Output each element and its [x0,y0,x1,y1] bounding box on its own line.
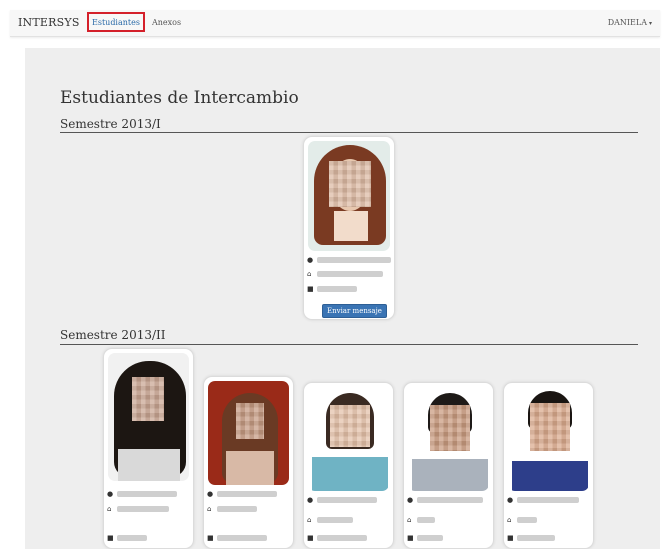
section-divider [60,344,638,345]
page-title: Estudiantes de Intercambio [60,88,299,108]
navbar: INTERSYS Estudiantes Anexos DANIELA ▾ [10,10,660,37]
brand-logo[interactable]: INTERSYS [18,16,80,29]
section-title: Semestre 2013/I [60,117,161,131]
student-program-row: ■ [107,534,147,542]
book-icon: ■ [107,534,114,542]
student-program-row: ■ [307,285,357,293]
caret-down-icon: ▾ [648,20,652,27]
student-photo [408,387,489,491]
book-icon: ■ [507,534,514,542]
send-message-button[interactable]: Enviar mensaje [322,304,387,318]
student-name-row: ● [407,496,483,504]
student-program-row: ■ [307,534,367,542]
book-icon: ■ [307,285,314,293]
user-menu[interactable]: DANIELA ▾ [608,18,652,27]
student-name-row: ● [307,496,377,504]
student-card: ● ⌂ ■ Enviar mensaje [303,136,395,320]
home-icon: ⌂ [207,505,212,513]
student-card: ● ⌂ ■ [203,376,294,549]
student-name-row: ● [507,496,579,504]
student-photo [508,387,589,491]
user-icon: ● [507,496,514,504]
home-icon: ⌂ [307,516,312,524]
student-origin-row: ⌂ [307,270,383,278]
highlight-annotation [87,12,145,32]
section-title: Semestre 2013/II [60,328,166,342]
student-name-row: ● [107,490,177,498]
student-origin-row: ⌂ [407,516,435,524]
student-photo [308,141,390,251]
student-origin-row: ⌂ [207,505,257,513]
main-panel: Estudiantes de Intercambio Semestre 2013… [25,48,660,549]
student-origin-row: ⌂ [307,516,353,524]
book-icon: ■ [407,534,414,542]
book-icon: ■ [307,534,314,542]
student-name-row: ● [307,256,391,264]
student-origin-row: ⌂ [507,516,537,524]
book-icon: ■ [207,534,214,542]
student-card: ● ⌂ ■ [303,382,394,549]
home-icon: ⌂ [507,516,512,524]
student-photo [208,381,289,485]
student-name-row: ● [207,490,277,498]
user-icon: ● [207,490,214,498]
section-divider [60,132,638,133]
student-photo [308,387,389,491]
student-card: ● ⌂ ■ [503,382,594,549]
home-icon: ⌂ [307,270,312,278]
user-icon: ● [307,496,314,504]
user-icon: ● [407,496,414,504]
nav-link-anexos[interactable]: Anexos [152,18,181,27]
student-program-row: ■ [507,534,555,542]
user-icon: ● [107,490,114,498]
student-card: ● ⌂ ■ [103,348,194,549]
student-photo [108,353,189,481]
home-icon: ⌂ [407,516,412,524]
student-program-row: ■ [207,534,267,542]
user-icon: ● [307,256,314,264]
student-origin-row: ⌂ [107,505,169,513]
user-name: DANIELA [607,18,647,27]
home-icon: ⌂ [107,505,112,513]
student-card: ● ⌂ ■ [403,382,494,549]
student-program-row: ■ [407,534,443,542]
